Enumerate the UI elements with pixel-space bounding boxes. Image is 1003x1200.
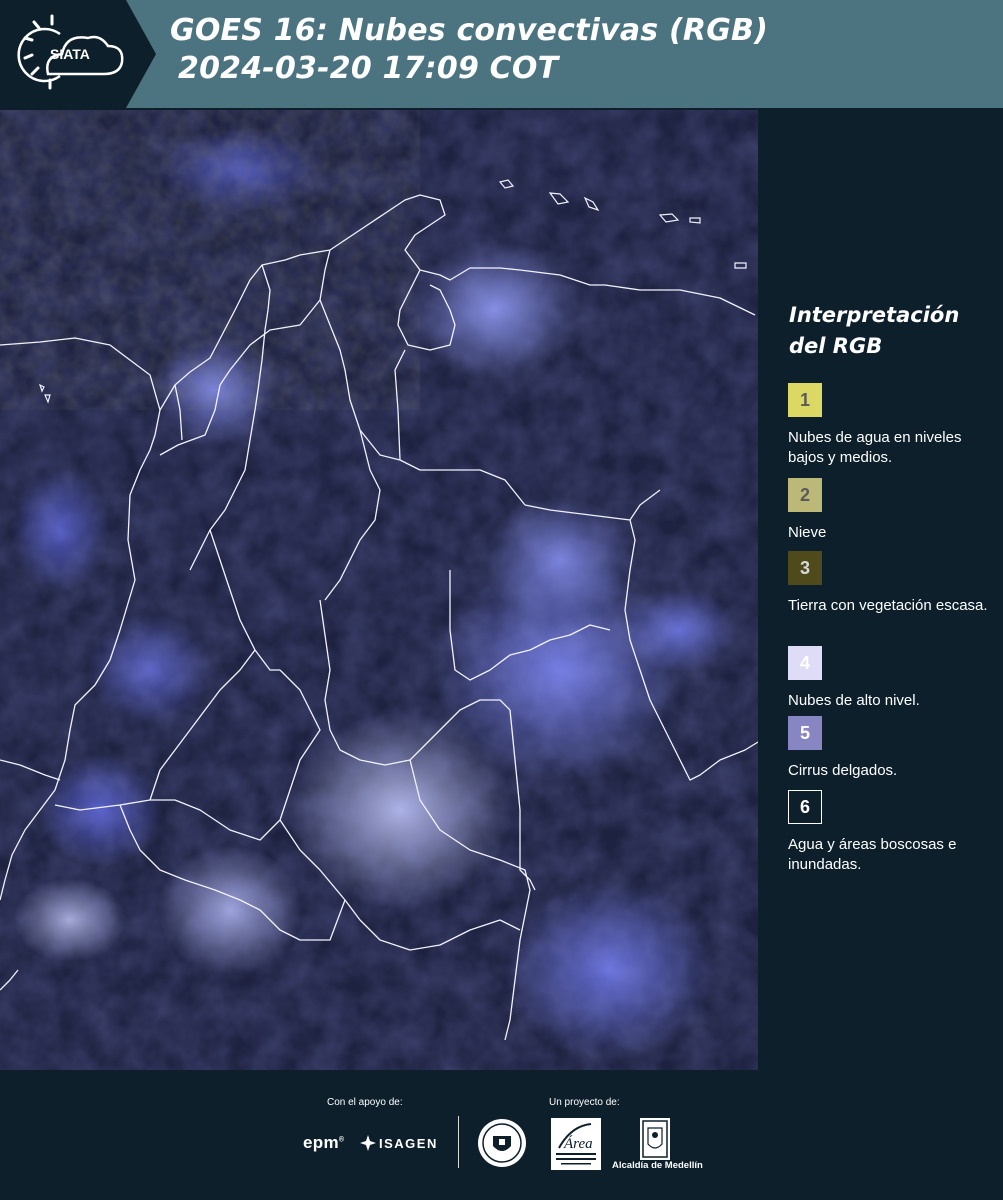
isagen-logo: ISAGEN	[360, 1133, 438, 1153]
legend-item-1: 1 Nubes de agua en niveles bajos y medio…	[788, 383, 988, 468]
satellite-map	[0, 110, 758, 1070]
title-line-product: GOES 16: Nubes convectivas (RGB)	[170, 13, 769, 48]
medellin-coat-of-arms-icon	[642, 1120, 668, 1158]
legend-label-3: Tierra con vegetación escasa.	[788, 597, 988, 614]
legend-label-5: Cirrus delgados.	[788, 762, 898, 779]
legend-label-2: Nieve	[788, 524, 827, 541]
project-label: Un proyecto de:	[549, 1097, 620, 1108]
legend-label-6: Agua y áreas boscosas e inundadas.	[788, 836, 957, 873]
alcaldia-medellin-label: Alcaldía de Medellín	[612, 1160, 703, 1171]
legend-swatch-2: 2	[788, 478, 822, 512]
legend-swatch-5: 5	[788, 716, 822, 750]
siata-logo-text: SIATA	[50, 46, 90, 62]
legend-number-4: 4	[799, 652, 810, 673]
alcaldia-medellin-logo	[640, 1118, 670, 1160]
siata-logo: SIATA	[0, 0, 156, 108]
legend-item-2: 2 Nieve	[788, 478, 988, 543]
footer: Con el apoyo de: Un proyecto de: epm® IS…	[0, 1070, 1003, 1200]
isagen-logo-text: ISAGEN	[379, 1135, 438, 1151]
legend-number-2: 2	[799, 484, 810, 505]
isagen-mark-icon	[360, 1135, 376, 1151]
legend-number-5: 5	[799, 722, 810, 743]
area-metropolitana-logo: Área	[551, 1118, 601, 1170]
legend-item-5: 5 Cirrus delgados.	[788, 716, 988, 781]
legend-swatch-1: 1	[788, 383, 822, 417]
legend-label-1: Nubes de agua en niveles bajos y medios.	[788, 429, 962, 466]
area-metropolitana-mark-icon: Área	[556, 1123, 596, 1165]
epm-logo: epm®	[303, 1133, 345, 1152]
legend-number-1: 1	[799, 389, 810, 410]
legend-swatch-4: 4	[788, 646, 822, 680]
legend-title: Interpretación del RGB	[789, 303, 960, 358]
legend-item-6: 6 Agua y áreas boscosas e inundadas.	[788, 790, 988, 875]
header-bar: SIATA GOES 16: Nubes convectivas (RGB) 2…	[0, 0, 1003, 108]
title-line-timestamp: 2024-03-20 17:09 COT	[178, 51, 559, 86]
legend-item-4: 4 Nubes de alto nivel.	[788, 646, 988, 711]
support-label: Con el apoyo de:	[327, 1097, 403, 1108]
footer-divider	[458, 1116, 459, 1168]
legend-number-6: 6	[799, 796, 810, 817]
legend-swatch-3: 3	[788, 551, 822, 585]
medellin-university-seal-icon	[478, 1119, 526, 1167]
legend-item-3: 3 Tierra con vegetación escasa.	[788, 551, 988, 616]
legend-label-4: Nubes de alto nivel.	[788, 692, 920, 709]
page-title: GOES 16: Nubes convectivas (RGB) 2024-03…	[170, 12, 768, 88]
legend-swatch-6: 6	[788, 790, 822, 824]
epm-logo-text: epm	[303, 1133, 339, 1152]
legend-number-3: 3	[799, 557, 810, 578]
svg-text:Área: Área	[563, 1135, 593, 1152]
